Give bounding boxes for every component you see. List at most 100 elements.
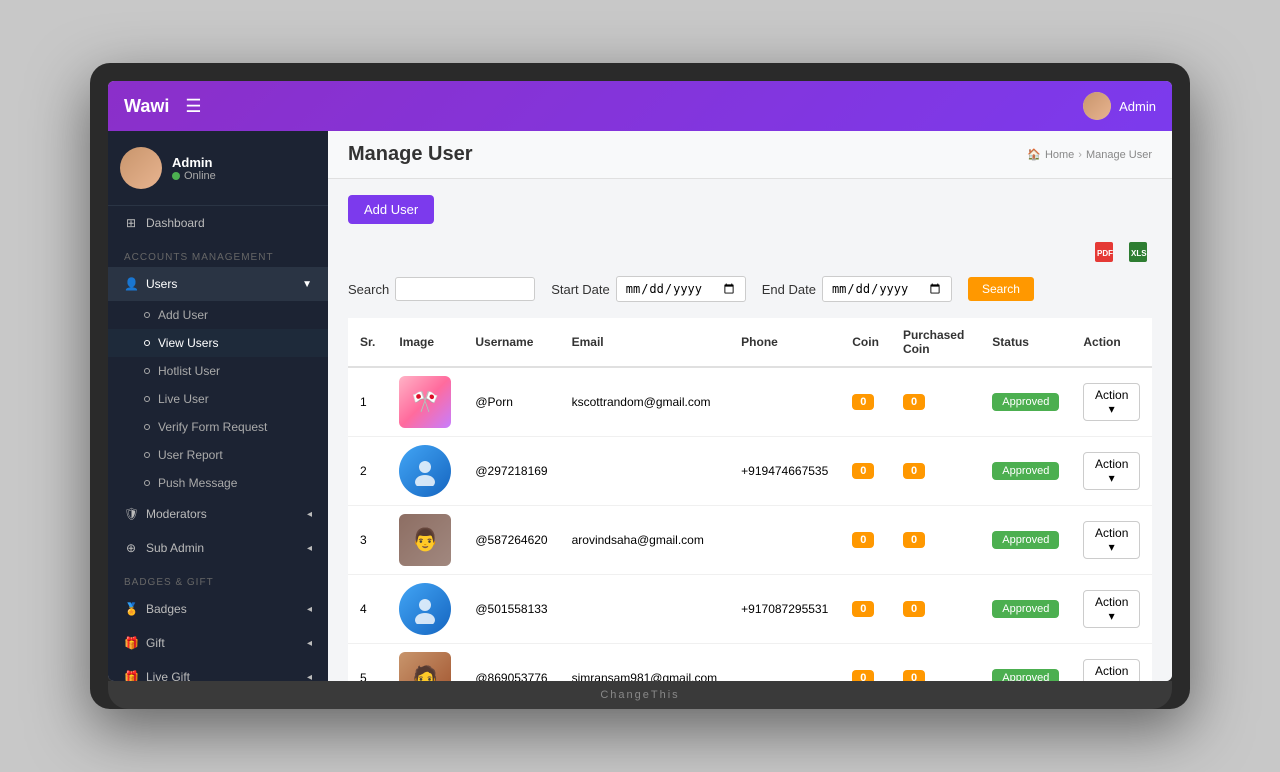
hamburger-icon[interactable]: ☰: [185, 96, 201, 117]
sidebar-item-gift[interactable]: 🎁 Gift ◂: [108, 626, 328, 660]
user-avatar: [399, 583, 451, 635]
cell-image: 🎌: [387, 367, 463, 437]
dot-icon: [144, 312, 150, 318]
cell-username: @297218169: [463, 437, 559, 506]
cell-purchased-coin: 0: [891, 367, 980, 437]
cell-coin: 0: [840, 575, 891, 644]
dot-icon: [144, 368, 150, 374]
gift-label: Gift: [146, 636, 165, 650]
sidebar-item-hotlist-user[interactable]: Hotlist User: [108, 357, 328, 385]
col-coin: Coin: [840, 318, 891, 367]
search-bar: Search Start Date End Date S: [348, 276, 1152, 302]
sidebar-item-add-user[interactable]: Add User: [108, 301, 328, 329]
cell-phone: [729, 367, 840, 437]
moderators-label: Moderators: [146, 507, 207, 521]
cell-coin: 0: [840, 367, 891, 437]
cell-phone: [729, 644, 840, 682]
user-avatar: 🧔: [399, 652, 451, 681]
cell-sr: 3: [348, 506, 387, 575]
user-report-label: User Report: [158, 448, 223, 462]
sidebar-item-live-user[interactable]: Live User: [108, 385, 328, 413]
sidebar-item-moderators[interactable]: 🛡 Moderators ◂: [108, 497, 328, 531]
cell-action[interactable]: Action ▾: [1071, 506, 1152, 575]
cell-email: simransam981@gmail.com: [560, 644, 730, 682]
profile-name: Admin: [172, 155, 216, 170]
search-button[interactable]: Search: [968, 277, 1034, 301]
dot-icon: [144, 480, 150, 486]
add-user-button[interactable]: Add User: [348, 195, 434, 224]
user-avatar: 🎌: [399, 376, 451, 428]
export-excel-icon[interactable]: XLS: [1124, 238, 1152, 266]
action-button[interactable]: Action ▾: [1083, 452, 1140, 490]
sidebar-item-user-report[interactable]: User Report: [108, 441, 328, 469]
laptop-footer: ChangeThis: [600, 689, 679, 701]
hotlist-label: Hotlist User: [158, 364, 220, 378]
sidebar-item-users[interactable]: 👤 Users ▼: [108, 267, 328, 301]
sidebar-item-verify-form[interactable]: Verify Form Request: [108, 413, 328, 441]
action-button[interactable]: Action ▾: [1083, 590, 1140, 628]
cell-coin: 0: [840, 644, 891, 682]
profile-status: Online: [184, 170, 216, 182]
dot-icon: [144, 452, 150, 458]
col-status: Status: [980, 318, 1071, 367]
table-row: 5 🧔 @869053776 simransam981@gmail.com 0 …: [348, 644, 1152, 682]
breadcrumb: 🏠 Home › Manage User: [1027, 148, 1152, 161]
user-avatar: 👨: [399, 514, 451, 566]
breadcrumb-home-text: Home: [1045, 149, 1074, 161]
svg-text:XLS: XLS: [1131, 249, 1147, 258]
verify-form-label: Verify Form Request: [158, 420, 267, 434]
live-gift-label: Live Gift: [146, 670, 190, 681]
badges-chevron: ◂: [307, 604, 312, 615]
users-icon: 👤: [124, 277, 138, 291]
sidebar-item-view-users[interactable]: View Users: [108, 329, 328, 357]
table-row: 4 @501558133 +917087295531 0 0 Approved …: [348, 575, 1152, 644]
table-row: 2 @297218169 +919474667535 0 0 Approved …: [348, 437, 1152, 506]
badges-icon: 🏅: [124, 602, 138, 616]
end-date-input[interactable]: [822, 276, 952, 302]
sidebar-item-sub-admin[interactable]: ⊕ Sub Admin ◂: [108, 531, 328, 565]
cell-email: [560, 437, 730, 506]
sidebar-item-live-gift[interactable]: 🎁 Live Gift ◂: [108, 660, 328, 681]
cell-sr: 5: [348, 644, 387, 682]
sidebar-item-badges[interactable]: 🏅 Badges ◂: [108, 592, 328, 626]
sidebar-item-push-message[interactable]: Push Message: [108, 469, 328, 497]
sub-admin-icon: ⊕: [124, 541, 138, 555]
cell-action[interactable]: Action ▾: [1071, 437, 1152, 506]
live-gift-chevron: ◂: [307, 672, 312, 682]
sidebar-item-dashboard[interactable]: ⊞ Dashboard: [108, 206, 328, 240]
cell-sr: 2: [348, 437, 387, 506]
cell-coin: 0: [840, 506, 891, 575]
action-button[interactable]: Action ▾: [1083, 383, 1140, 421]
cell-purchased-coin: 0: [891, 437, 980, 506]
view-users-label: View Users: [158, 336, 218, 350]
search-label: Search: [348, 282, 389, 297]
action-button[interactable]: Action ▾: [1083, 521, 1140, 559]
admin-label: Admin: [1119, 99, 1156, 114]
sidebar: Admin Online ⊞ Dashboard ACCOUNTS: [108, 131, 328, 681]
status-dot: [172, 172, 180, 180]
cell-phone: +917087295531: [729, 575, 840, 644]
moderators-chevron: ◂: [307, 509, 312, 520]
col-username: Username: [463, 318, 559, 367]
cell-purchased-coin: 0: [891, 575, 980, 644]
push-message-label: Push Message: [158, 476, 237, 490]
start-date-input[interactable]: [616, 276, 746, 302]
sidebar-profile: Admin Online: [108, 131, 328, 206]
user-avatar: [399, 445, 451, 497]
breadcrumb-home: 🏠: [1027, 148, 1041, 161]
brand-name: Wawi: [124, 96, 169, 117]
cell-action[interactable]: Action ▾: [1071, 367, 1152, 437]
breadcrumb-current: Manage User: [1086, 149, 1152, 161]
export-pdf-icon[interactable]: PDF: [1090, 238, 1118, 266]
dot-icon: [144, 340, 150, 346]
cell-status: Approved: [980, 644, 1071, 682]
search-input[interactable]: [395, 277, 535, 301]
cell-status: Approved: [980, 506, 1071, 575]
live-user-label: Live User: [158, 392, 209, 406]
cell-action[interactable]: Action ▾: [1071, 644, 1152, 682]
cell-status: Approved: [980, 437, 1071, 506]
action-button[interactable]: Action ▾: [1083, 659, 1140, 681]
cell-username: @587264620: [463, 506, 559, 575]
col-image: Image: [387, 318, 463, 367]
cell-action[interactable]: Action ▾: [1071, 575, 1152, 644]
